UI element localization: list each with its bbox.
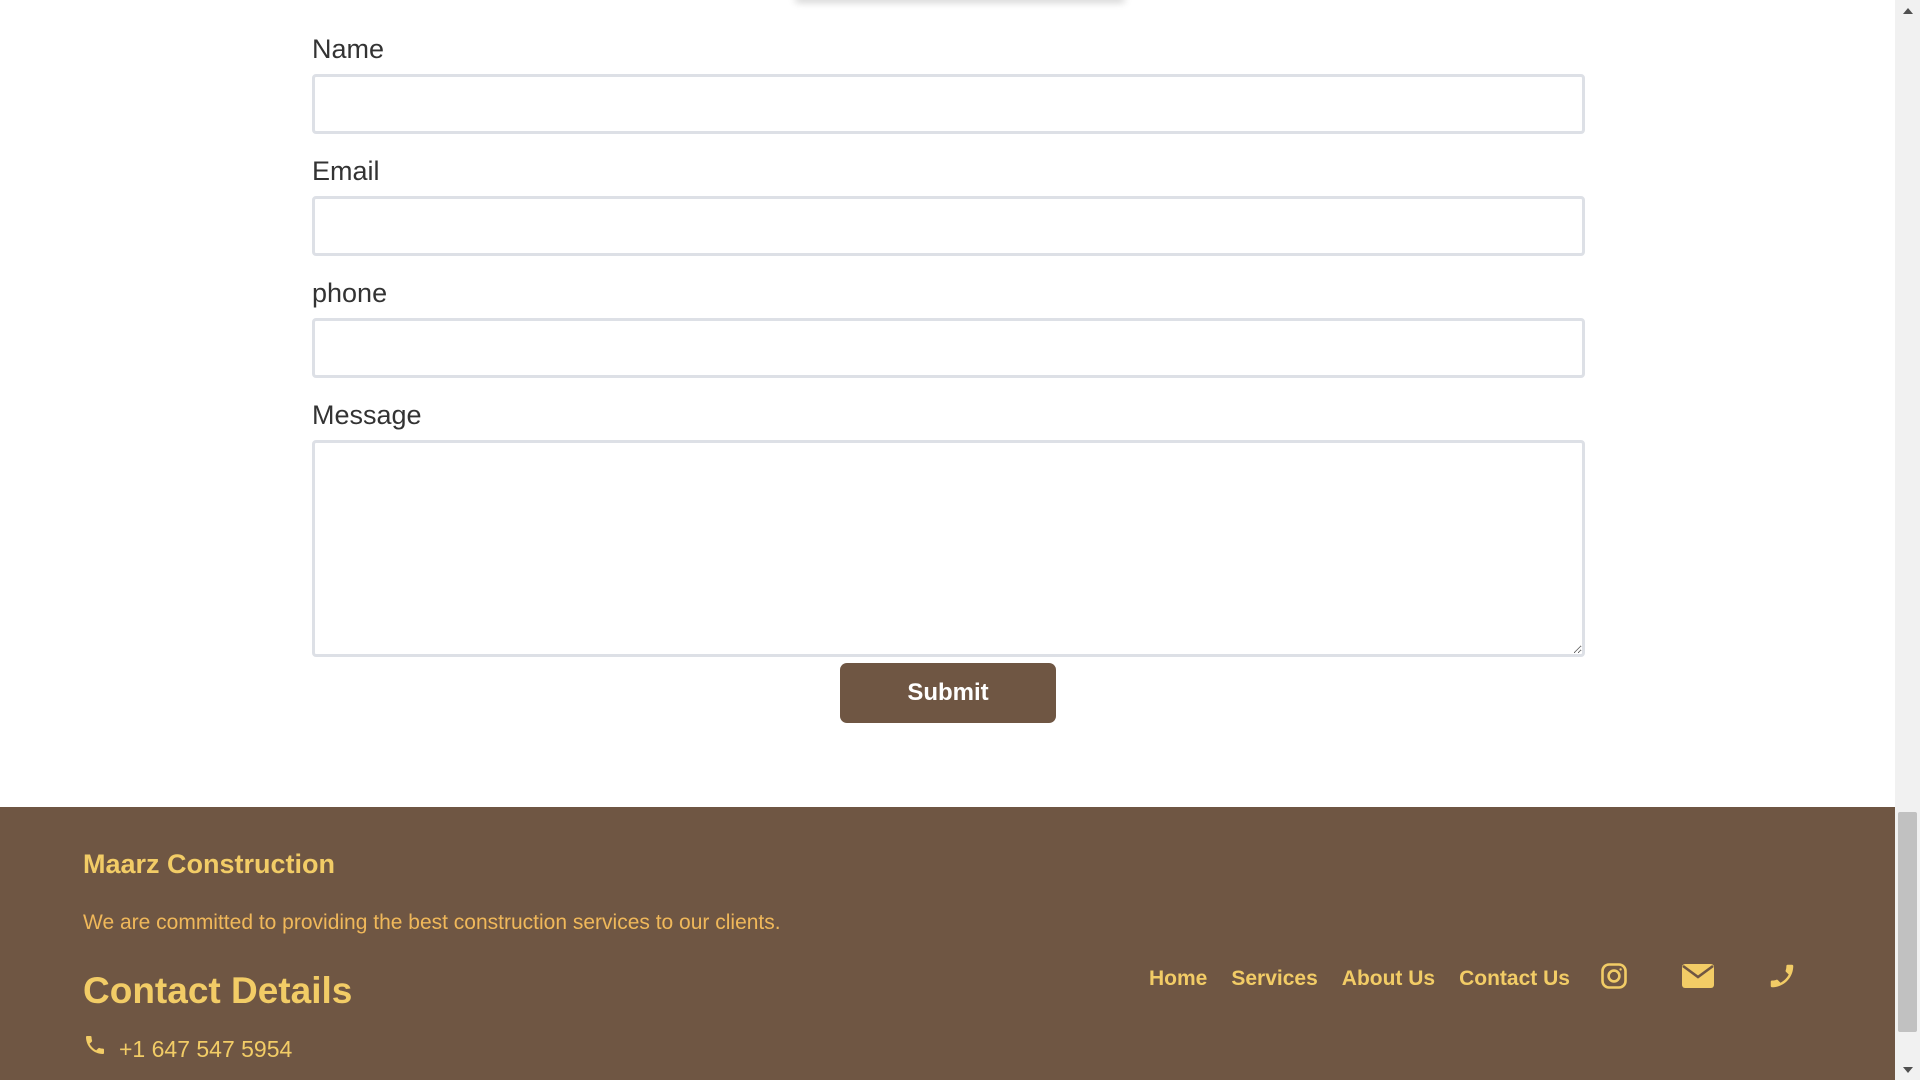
scrollbar-thumb[interactable] (1898, 812, 1917, 1032)
phone-call-icon (1767, 961, 1797, 996)
instagram-link[interactable] (1596, 960, 1632, 996)
email-label: Email (312, 156, 380, 186)
instagram-icon (1600, 962, 1628, 995)
phone-icon (83, 1033, 107, 1064)
chevron-up-icon (1902, 7, 1913, 14)
footer-nav-about-us[interactable]: About Us (1342, 965, 1435, 993)
contact-phone-number: +1 647 547 5954 (119, 1035, 293, 1062)
footer-nav-home[interactable]: Home (1149, 965, 1207, 993)
phone-link[interactable] (1764, 960, 1800, 996)
message-textarea[interactable] (312, 440, 1585, 657)
name-input[interactable] (312, 74, 1585, 134)
submit-button[interactable]: Submit (840, 663, 1056, 723)
viewport: Name Email phone Message Submit Maarz Co… (0, 0, 1895, 1080)
email-input[interactable] (312, 196, 1585, 256)
chevron-down-icon (1902, 1066, 1913, 1073)
contact-form: Name Email phone Message (312, 32, 1585, 657)
footer-nav-contact-us[interactable]: Contact Us (1459, 965, 1570, 993)
name-label: Name (312, 34, 385, 64)
vertical-scrollbar[interactable] (1895, 0, 1920, 1080)
page: Name Email phone Message Submit Maarz Co… (0, 0, 1920, 1080)
footer-brand: Maarz Construction (83, 849, 336, 879)
envelope-icon (1682, 963, 1714, 993)
scroll-down-button[interactable] (1895, 1060, 1920, 1080)
site-footer: Maarz Construction We are committed to p… (0, 807, 1895, 1080)
footer-nav: Home Services About Us Contact Us (1149, 965, 1570, 993)
contact-details-heading: Contact Details (83, 970, 353, 1011)
phone-input[interactable] (312, 318, 1585, 378)
phone-label: phone (312, 278, 388, 308)
footer-nav-services[interactable]: Services (1231, 965, 1317, 993)
footer-tagline: We are committed to providing the best c… (83, 911, 781, 934)
message-label: Message (312, 400, 422, 430)
scroll-up-button[interactable] (1895, 0, 1920, 20)
contact-phone[interactable]: +1 647 547 5954 (83, 1033, 292, 1064)
email-link[interactable] (1680, 960, 1716, 996)
